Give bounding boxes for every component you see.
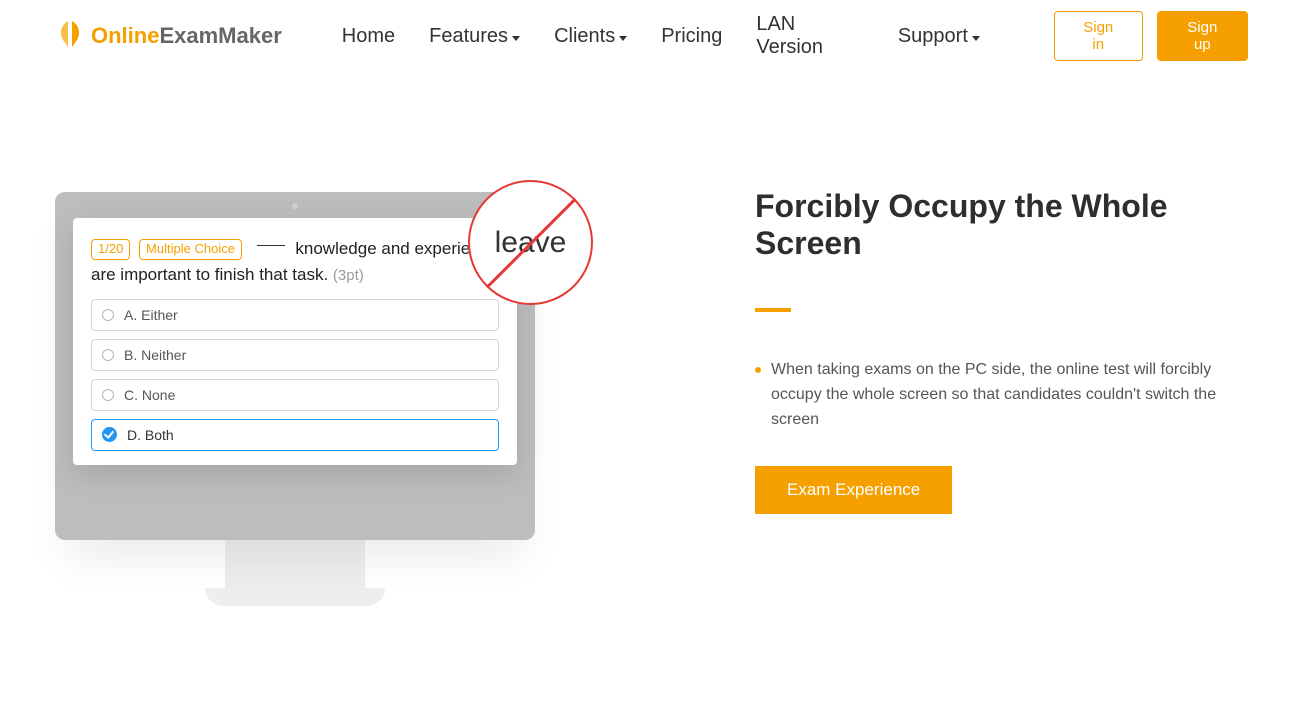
nav-lan-version[interactable]: LAN Version xyxy=(756,13,863,59)
nav-home-label: Home xyxy=(342,25,395,48)
radio-icon xyxy=(102,309,114,321)
radio-icon xyxy=(102,349,114,361)
question-text: 1/20 Multiple Choice knowledge and exper… xyxy=(91,236,499,289)
option-b-label: B. Neither xyxy=(124,347,186,363)
monitor-camera xyxy=(292,203,298,209)
chevron-down-icon xyxy=(972,36,980,41)
question-points: (3pt) xyxy=(333,267,364,284)
option-d[interactable]: D. Both xyxy=(91,419,499,451)
nav-features[interactable]: Features xyxy=(429,25,520,48)
nav-support-label: Support xyxy=(898,25,968,48)
section-copy: Forcibly Occupy the Whole Screen When ta… xyxy=(755,168,1248,628)
option-d-label: D. Both xyxy=(127,427,174,443)
monitor-illustration: 1/20 Multiple Choice knowledge and exper… xyxy=(55,168,615,628)
feature-bullet-1: When taking exams on the PC side, the on… xyxy=(755,358,1248,432)
main-content: 1/20 Multiple Choice knowledge and exper… xyxy=(0,58,1303,628)
option-c-label: C. None xyxy=(124,387,175,403)
sign-in-button[interactable]: Sign in xyxy=(1054,11,1143,61)
nav-home[interactable]: Home xyxy=(342,25,395,48)
nav-features-label: Features xyxy=(429,25,508,48)
logo-icon xyxy=(55,19,85,53)
option-a-label: A. Either xyxy=(124,307,178,323)
option-a[interactable]: A. Either xyxy=(91,299,499,331)
brand-name: OnlineExamMaker xyxy=(91,23,282,49)
brand-logo[interactable]: OnlineExamMaker xyxy=(55,19,282,53)
exam-experience-button[interactable]: Exam Experience xyxy=(755,466,952,514)
exam-card: 1/20 Multiple Choice knowledge and exper… xyxy=(73,218,517,465)
question-type-pill: Multiple Choice xyxy=(139,239,242,260)
monitor-stand-base xyxy=(205,588,385,606)
nav-clients-label: Clients xyxy=(554,25,615,48)
feature-bullets: When taking exams on the PC side, the on… xyxy=(755,358,1248,432)
option-c[interactable]: C. None xyxy=(91,379,499,411)
sign-up-button[interactable]: Sign up xyxy=(1157,11,1248,61)
progress-pill: 1/20 xyxy=(91,239,130,260)
nav-support[interactable]: Support xyxy=(898,25,980,48)
blank-line xyxy=(257,245,285,246)
main-nav: Home Features Clients Pricing LAN Versio… xyxy=(342,11,1248,61)
no-leave-badge: leave xyxy=(468,180,593,305)
accent-bar xyxy=(755,308,791,312)
radio-icon xyxy=(102,389,114,401)
leave-text: leave xyxy=(495,226,567,260)
section-title: Forcibly Occupy the Whole Screen xyxy=(755,188,1248,262)
option-b[interactable]: B. Neither xyxy=(91,339,499,371)
nav-pricing[interactable]: Pricing xyxy=(661,25,722,48)
auth-buttons: Sign in Sign up xyxy=(1054,11,1248,61)
chevron-down-icon xyxy=(512,36,520,41)
header: OnlineExamMaker Home Features Clients Pr… xyxy=(0,0,1303,58)
nav-lan-version-label: LAN Version xyxy=(756,13,863,59)
chevron-down-icon xyxy=(619,36,627,41)
check-circle-icon xyxy=(102,427,117,442)
nav-clients[interactable]: Clients xyxy=(554,25,627,48)
nav-pricing-label: Pricing xyxy=(661,25,722,48)
